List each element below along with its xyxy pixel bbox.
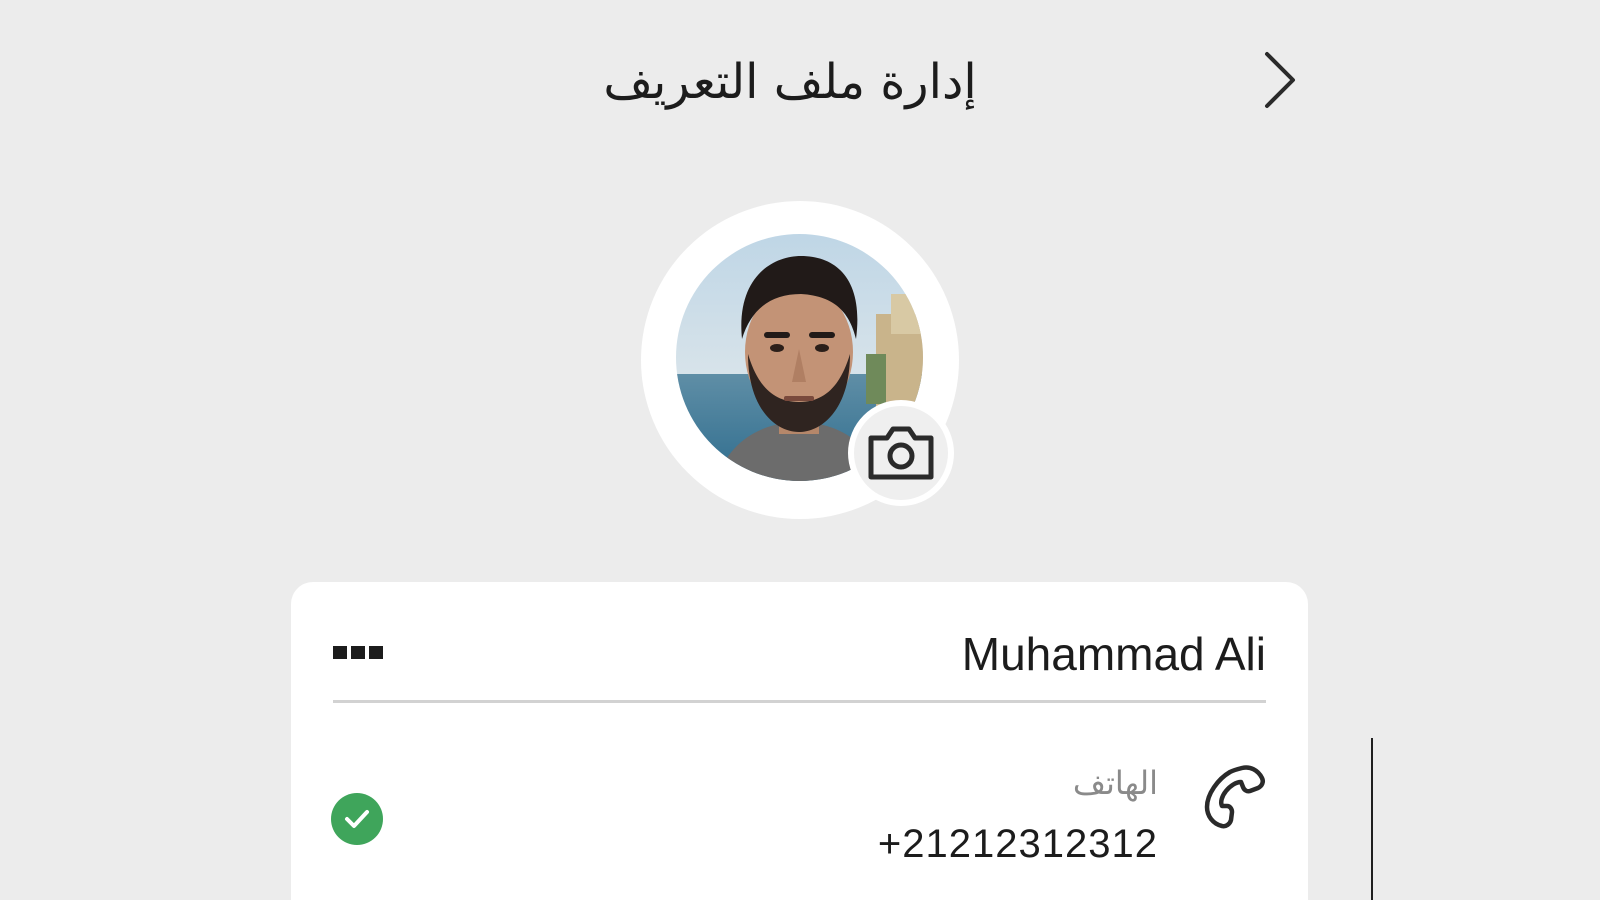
verified-badge	[331, 793, 383, 845]
more-icon	[333, 646, 347, 659]
camera-button-inner	[854, 406, 948, 500]
change-photo-button[interactable]	[848, 400, 954, 506]
back-button[interactable]	[1255, 46, 1303, 114]
phone-value[interactable]: +21212312312	[878, 822, 1158, 867]
page-title: إدارة ملف التعريف	[603, 54, 977, 110]
more-icon-dot	[351, 646, 365, 659]
more-icon-dot	[369, 646, 383, 659]
more-options-button[interactable]	[333, 646, 383, 662]
profile-card: Muhammad Ali الهاتف +21212312312	[291, 582, 1308, 900]
name-row: Muhammad Ali	[333, 612, 1266, 703]
camera-icon	[868, 426, 934, 480]
name-value[interactable]: Muhammad Ali	[962, 624, 1266, 684]
phone-icon	[1198, 760, 1268, 830]
check-icon	[345, 810, 369, 828]
chevron-right-icon	[1265, 52, 1295, 108]
scroll-indicator	[1371, 738, 1373, 900]
phone-label: الهاتف	[1072, 764, 1158, 802]
profile-screen: إدارة ملف التعريف Muhammad Ali الهاتف +2…	[0, 0, 1600, 900]
